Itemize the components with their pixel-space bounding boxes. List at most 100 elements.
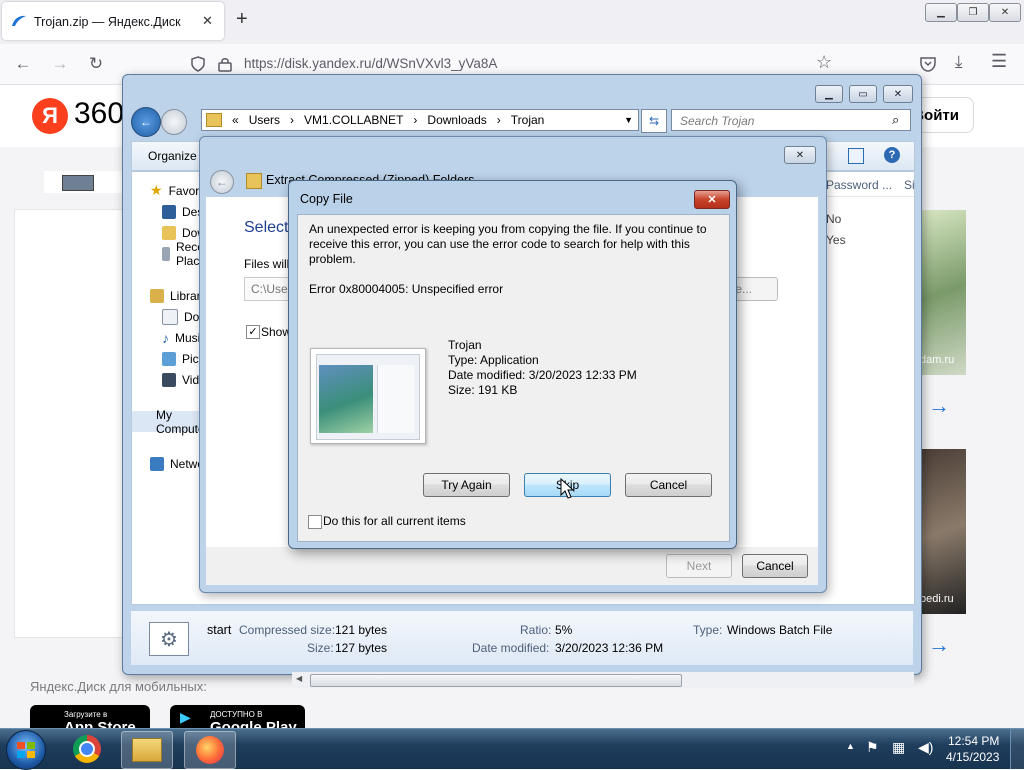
wizard-cancel-button[interactable]: Cancel bbox=[742, 554, 808, 578]
nav-my-computer[interactable]: My Computer bbox=[132, 408, 200, 436]
horizontal-scrollbar[interactable]: ◀ bbox=[292, 672, 914, 688]
pocket-icon[interactable] bbox=[919, 56, 937, 72]
nav-desktop[interactable]: Desktop bbox=[162, 201, 200, 222]
back-arrow-icon: ← bbox=[216, 175, 228, 189]
scrollbar-thumb[interactable] bbox=[310, 674, 682, 687]
forward-button[interactable]: → bbox=[46, 50, 74, 78]
nav-recent[interactable]: Recent Places bbox=[162, 240, 200, 268]
breadcrumb-users[interactable]: Users bbox=[249, 113, 280, 127]
date-modified-value: 3/20/2023 12:36 PM bbox=[555, 641, 664, 655]
next-button[interactable]: Next bbox=[666, 554, 732, 578]
volume-icon[interactable]: ◀) bbox=[918, 739, 933, 756]
wizard-close-button[interactable]: ✕ bbox=[784, 146, 816, 164]
copy-cancel-button[interactable]: Cancel bbox=[625, 473, 712, 497]
start-button[interactable] bbox=[6, 730, 46, 770]
mouse-cursor-icon bbox=[560, 478, 574, 499]
address-dropdown-icon[interactable]: ▼ bbox=[624, 115, 638, 125]
nav-network[interactable]: Network bbox=[150, 453, 200, 474]
ad-arrow-2-icon[interactable]: → bbox=[928, 632, 950, 658]
scroll-left-icon[interactable]: ◀ bbox=[296, 674, 302, 683]
show-files-checkbox[interactable]: ✓ bbox=[246, 325, 260, 339]
explorer-search-input[interactable]: Search Trojan ⌕ bbox=[671, 109, 911, 131]
copy-dialog-title: Copy File bbox=[300, 192, 353, 206]
copy-file-dialog: Copy File ✕ An unexpected error is keepi… bbox=[288, 180, 737, 549]
do-for-all-label: Do this for all current items bbox=[323, 514, 466, 528]
restore-icon: ❐ bbox=[968, 7, 978, 18]
nav-libraries[interactable]: Libraries bbox=[150, 285, 200, 306]
copy-dialog-close-button[interactable]: ✕ bbox=[694, 190, 730, 209]
explorer-back-button[interactable]: ← bbox=[131, 107, 161, 137]
file-thumbnail-icon bbox=[62, 175, 94, 191]
recent-icon bbox=[162, 246, 170, 261]
explorer-minimize-button[interactable]: ▁ bbox=[815, 85, 843, 103]
search-icon: ⌕ bbox=[892, 112, 900, 127]
close-button[interactable]: ✕ bbox=[989, 3, 1021, 22]
clock-date[interactable]: 4/15/2023 bbox=[946, 750, 999, 764]
thumbnail-window-icon bbox=[316, 354, 420, 440]
ad-arrow-1-icon[interactable]: → bbox=[928, 393, 950, 419]
browser-tab[interactable]: Trojan.zip — Яндекс.Диск ✕ bbox=[2, 2, 224, 40]
yandex-disk-favicon-icon bbox=[12, 15, 26, 26]
show-hidden-icons-icon[interactable]: ▲ bbox=[846, 741, 855, 751]
details-pane: ⚙ start Compressed size: 121 bytes Size:… bbox=[131, 611, 913, 665]
preview-pane-icon[interactable] bbox=[848, 148, 864, 164]
downloads-icon[interactable]: ⤓ bbox=[955, 52, 963, 72]
reload-button[interactable]: ↻ bbox=[82, 50, 110, 78]
minimize-icon: ▁ bbox=[825, 88, 833, 100]
nav-music[interactable]: ♪ Music bbox=[162, 327, 200, 348]
explorer-close-button[interactable]: ✕ bbox=[883, 85, 913, 103]
explorer-forward-button[interactable] bbox=[161, 109, 187, 135]
wizard-back-button[interactable]: ← bbox=[210, 170, 234, 194]
row-2-password: Yes bbox=[826, 233, 846, 247]
google-play-badge[interactable]: ▶ ДОСТУПНО В Google Play bbox=[170, 705, 305, 728]
column-password[interactable]: Password ... bbox=[826, 178, 892, 192]
tab-close-icon[interactable]: ✕ bbox=[202, 13, 213, 29]
breadcrumb-downloads[interactable]: Downloads bbox=[427, 113, 486, 127]
close-icon: ✕ bbox=[893, 88, 903, 100]
files-will-label: Files will bbox=[244, 257, 290, 271]
app-store-badge[interactable]: Загрузите в App Store bbox=[30, 705, 150, 728]
breadcrumb-overflow-icon[interactable]: « bbox=[232, 113, 239, 127]
menu-icon[interactable]: ☰ bbox=[991, 51, 1007, 72]
breadcrumb-vm1[interactable]: VM1.COLLABNET bbox=[304, 113, 403, 127]
ad-image-1[interactable]: dam.ru bbox=[920, 210, 966, 375]
yandex-logo[interactable]: Я bbox=[32, 98, 68, 134]
taskbar-firefox[interactable] bbox=[184, 731, 236, 769]
refresh-button[interactable]: ⇆ bbox=[641, 109, 667, 133]
minimize-button[interactable]: ▁ bbox=[925, 3, 957, 22]
nav-favorites[interactable]: ★ Favorites bbox=[150, 180, 200, 201]
show-files-label: Show bbox=[261, 325, 292, 339]
taskbar-explorer[interactable] bbox=[121, 731, 173, 769]
try-again-button[interactable]: Try Again bbox=[423, 473, 510, 497]
network-icon bbox=[150, 456, 164, 471]
help-icon[interactable]: ? bbox=[884, 147, 900, 163]
back-button[interactable]: ← bbox=[9, 50, 37, 78]
nav-label: Videos bbox=[182, 372, 200, 387]
close-icon: ✕ bbox=[795, 149, 805, 161]
organize-button[interactable]: Organize bbox=[148, 149, 197, 163]
ad-image-2[interactable]: bedi.ru bbox=[920, 449, 966, 614]
explorer-maximize-button[interactable]: ▭ bbox=[849, 85, 877, 103]
explorer-address-bar[interactable]: « Users › VM1.COLLABNET › Downloads › Troja… bbox=[201, 109, 639, 131]
do-for-all-checkbox[interactable] bbox=[308, 515, 322, 529]
column-size[interactable]: Si bbox=[904, 178, 915, 192]
browser-tab-bar: Trojan.zip — Яндекс.Диск ✕ + ▁ ❐ ✕ bbox=[0, 0, 1024, 44]
videos-icon bbox=[162, 372, 176, 387]
nav-pictures[interactable]: Pictures bbox=[162, 348, 200, 369]
app-store-small: Загрузите в bbox=[64, 710, 108, 719]
action-center-flag-icon[interactable]: ⚑ bbox=[866, 739, 879, 756]
chrome-icon bbox=[73, 735, 101, 763]
clock-time[interactable]: 12:54 PM bbox=[948, 734, 999, 748]
bookmark-star-icon[interactable]: ☆ bbox=[816, 52, 832, 73]
nav-videos[interactable]: Videos bbox=[162, 369, 200, 390]
maximize-button[interactable]: ❐ bbox=[957, 3, 989, 22]
network-icon[interactable]: ▦ bbox=[892, 739, 905, 756]
ratio-label: Ratio: bbox=[520, 623, 552, 637]
google-play-icon: ▶ bbox=[180, 709, 191, 725]
taskbar-chrome[interactable] bbox=[62, 731, 112, 767]
breadcrumb-trojan[interactable]: Trojan bbox=[511, 113, 545, 127]
show-desktop-button[interactable] bbox=[1010, 729, 1024, 769]
copy-dialog-body: An unexpected error is keeping you from … bbox=[297, 214, 730, 542]
new-tab-button[interactable]: + bbox=[236, 8, 248, 31]
nav-documents[interactable]: Documents bbox=[162, 306, 200, 327]
